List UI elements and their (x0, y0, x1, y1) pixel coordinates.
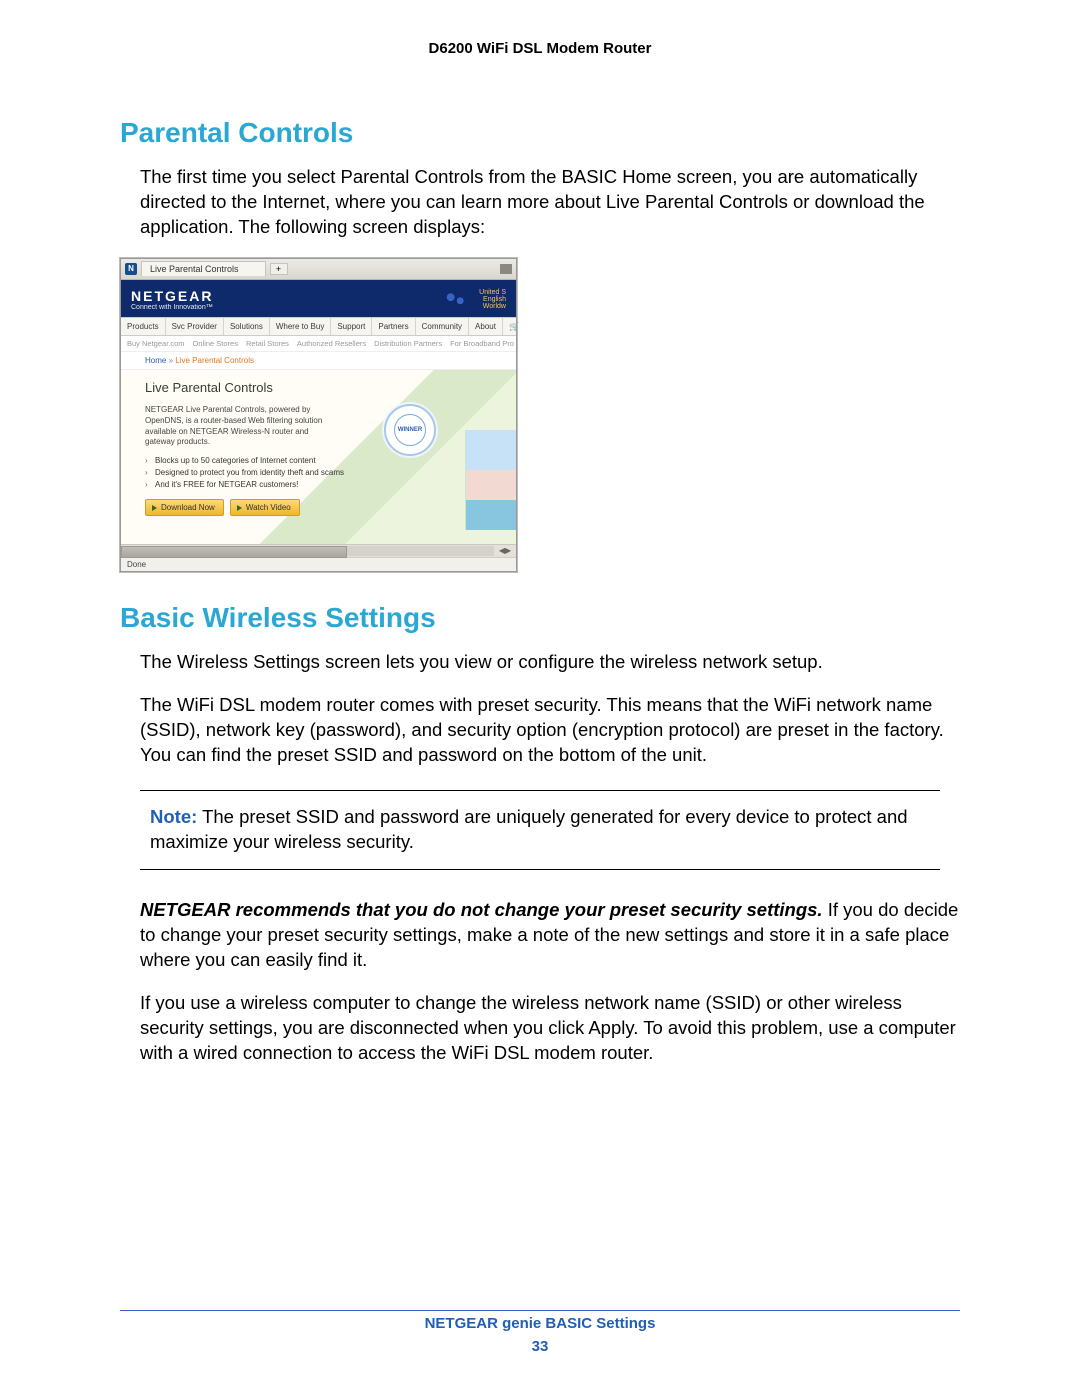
page-footer: NETGEAR genie BASIC Settings 33 (0, 1315, 1080, 1355)
subnav-item[interactable]: For Broadband Pro (450, 339, 514, 348)
region-selector[interactable]: United S English Worldw (441, 289, 506, 310)
note-box: Note: The preset SSID and password are u… (140, 790, 940, 870)
breadcrumb: Home » Live Parental Controls (121, 352, 516, 369)
browser-statusbar: Done (121, 557, 516, 571)
sub-nav: Buy Netgear.com Online Stores Retail Sto… (121, 336, 516, 352)
feature-item: Blocks up to 50 categories of Internet c… (145, 456, 365, 465)
download-label: Download Now (161, 503, 215, 512)
play-icon (152, 505, 157, 511)
scroll-arrows[interactable]: ◀▶ (494, 546, 516, 555)
subnav-item[interactable]: Distribution Partners (374, 339, 442, 348)
feature-item: And it's FREE for NETGEAR customers! (145, 480, 365, 489)
region-line2: English (479, 296, 506, 303)
new-tab-button[interactable]: + (270, 263, 288, 275)
breadcrumb-current: Live Parental Controls (175, 356, 254, 365)
nav-item[interactable]: Support (331, 318, 372, 335)
footer-page-number: 33 (0, 1338, 1080, 1355)
page-title: Live Parental Controls (145, 380, 504, 395)
section-heading-wireless: Basic Wireless Settings (120, 602, 960, 634)
horizontal-scrollbar[interactable]: ◀▶ (121, 544, 516, 557)
browser-screenshot: N Live Parental Controls + NETGEAR Conne… (120, 258, 517, 572)
watch-label: Watch Video (246, 503, 291, 512)
breadcrumb-separator: » (169, 356, 173, 365)
browser-menu-icon[interactable] (500, 264, 512, 274)
brand-tagline: Connect with Innovation™ (131, 304, 213, 311)
breadcrumb-home[interactable]: Home (145, 356, 166, 365)
wireless-p3: NETGEAR recommends that you do not chang… (140, 898, 960, 973)
recommendation-bold: NETGEAR recommends that you do not chang… (140, 899, 823, 920)
site-header: NETGEAR Connect with Innovation™ United … (121, 280, 516, 317)
nav-item[interactable]: Products (121, 318, 166, 335)
subnav-item[interactable]: Retail Stores (246, 339, 289, 348)
wireless-p4: If you use a wireless computer to change… (140, 991, 960, 1066)
nav-item[interactable]: Partners (372, 318, 415, 335)
page-description: NETGEAR Live Parental Controls, powered … (145, 405, 325, 448)
browser-tabbar: N Live Parental Controls + (121, 259, 516, 280)
brand-logo[interactable]: NETGEAR (131, 288, 213, 304)
cart-icon[interactable]: 🛒 (503, 318, 525, 335)
nav-item[interactable]: Svc Provider (166, 318, 224, 335)
netgear-favicon: N (125, 263, 137, 275)
wireless-p2: The WiFi DSL modem router comes with pre… (140, 693, 960, 768)
section1-paragraph: The first time you select Parental Contr… (140, 165, 960, 240)
wireless-p1: The Wireless Settings screen lets you vi… (140, 650, 960, 675)
nav-item[interactable]: Solutions (224, 318, 270, 335)
note-label: Note: (150, 806, 197, 827)
subnav-item[interactable]: Authorized Resellers (297, 339, 366, 348)
watch-video-button[interactable]: Watch Video (230, 499, 300, 516)
region-line3: Worldw (479, 303, 506, 310)
hero-image (465, 430, 516, 530)
feature-item: Designed to protect you from identity th… (145, 468, 365, 477)
globe-icon (441, 290, 473, 308)
page-content: Live Parental Controls NETGEAR Live Pare… (121, 369, 516, 544)
nav-item[interactable]: Community (416, 318, 469, 335)
play-icon (237, 505, 242, 511)
download-now-button[interactable]: Download Now (145, 499, 224, 516)
note-text: The preset SSID and password are uniquel… (150, 806, 908, 852)
feature-list: Blocks up to 50 categories of Internet c… (145, 456, 365, 489)
brand-block: NETGEAR Connect with Innovation™ (131, 288, 213, 311)
region-line1: United S (479, 289, 506, 296)
section-heading-parental-controls: Parental Controls (120, 117, 960, 149)
subnav-item[interactable]: Buy Netgear.com (127, 339, 185, 348)
footer-title: NETGEAR genie BASIC Settings (0, 1315, 1080, 1332)
award-badge: WINNER (384, 404, 436, 456)
footer-rule (120, 1310, 960, 1311)
nav-item[interactable]: About (469, 318, 503, 335)
winner-label: WINNER (394, 414, 426, 446)
subnav-item[interactable]: Online Stores (193, 339, 238, 348)
scroll-thumb[interactable] (121, 546, 347, 558)
primary-nav: Products Svc Provider Solutions Where to… (121, 317, 516, 336)
nav-item[interactable]: Where to Buy (270, 318, 331, 335)
browser-tab[interactable]: Live Parental Controls (141, 261, 266, 276)
document-header: D6200 WiFi DSL Modem Router (120, 40, 960, 57)
